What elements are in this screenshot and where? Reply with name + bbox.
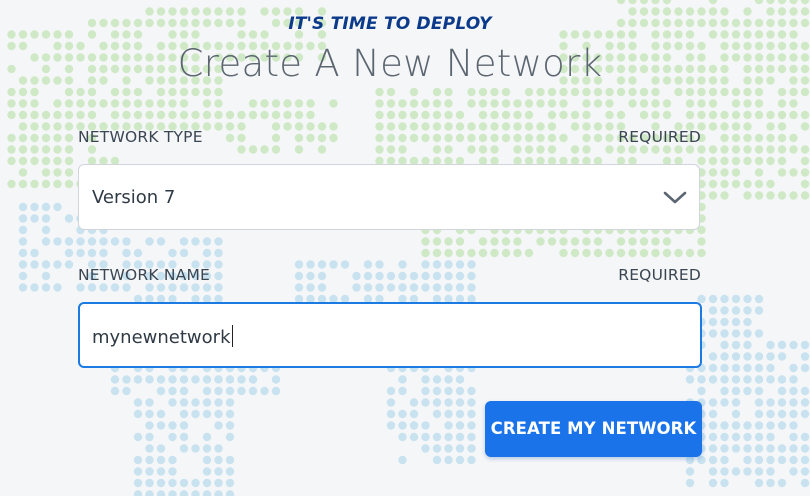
chevron-down-icon[interactable] [663, 189, 687, 205]
network-name-text: mynewnetwork [92, 327, 231, 348]
network-name-input[interactable]: mynewnetwork [78, 302, 702, 368]
network-type-required-label: REQUIRED [618, 128, 701, 146]
eyebrow-heading: IT'S TIME TO DEPLOY [288, 14, 492, 34]
network-type-select[interactable]: Version 7 [78, 164, 700, 230]
network-name-required-label: REQUIRED [618, 266, 701, 284]
text-caret [231, 325, 233, 347]
network-name-label: NETWORK NAME [78, 266, 211, 284]
page-title: Create A New Network [177, 42, 603, 85]
network-type-selected-value: Version 7 [92, 187, 176, 208]
create-network-button[interactable]: CREATE MY NETWORK [485, 401, 702, 457]
network-type-label: NETWORK TYPE [78, 128, 203, 146]
network-name-value: mynewnetwork [92, 325, 233, 348]
